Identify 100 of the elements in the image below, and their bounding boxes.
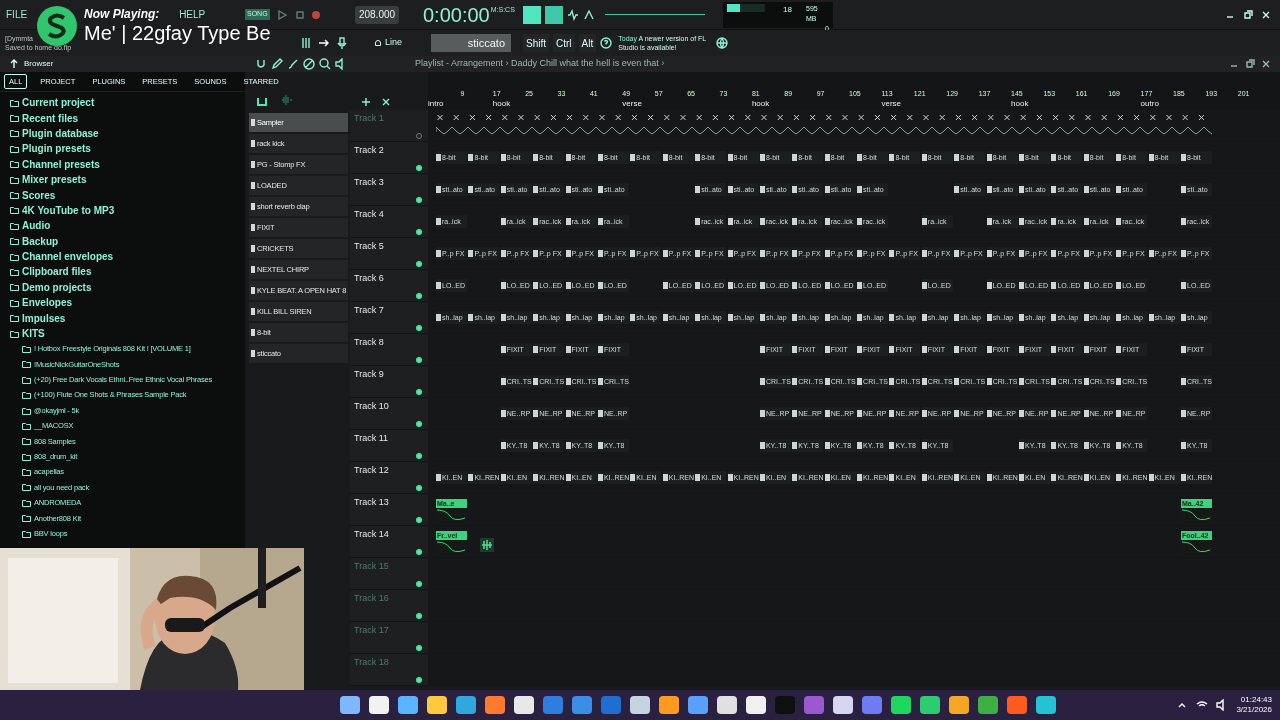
app-icon[interactable]: [949, 696, 969, 714]
pattern-icon: [986, 218, 992, 225]
browser-item[interactable]: Clipboard files: [0, 264, 245, 280]
track-header[interactable]: Track 10: [350, 398, 428, 429]
track-header[interactable]: Track 6: [350, 270, 428, 301]
app-icon[interactable]: [485, 696, 505, 714]
browser-item[interactable]: Channel envelopes: [0, 248, 245, 265]
app-icon[interactable]: [630, 696, 650, 714]
restore-icon[interactable]: [1244, 58, 1256, 70]
track-header[interactable]: Track 16: [350, 590, 428, 621]
track-header[interactable]: Track 1: [350, 110, 428, 141]
pattern-selector[interactable]: sticcato: [431, 34, 511, 52]
section-marker[interactable]: hook: [1011, 99, 1029, 108]
app-icon[interactable]: [572, 696, 592, 714]
app-icon[interactable]: [688, 696, 708, 714]
pencil-icon[interactable]: [271, 58, 283, 70]
section-marker[interactable]: hook: [492, 99, 511, 108]
browser-item[interactable]: Recent files: [0, 110, 245, 126]
mixer-icon[interactable]: [300, 37, 312, 49]
track-header[interactable]: Track 3: [350, 174, 428, 205]
browser-item[interactable]: Envelopes: [0, 295, 245, 311]
track-header[interactable]: Track 13: [350, 494, 428, 525]
tempo-field[interactable]: 208.000: [355, 5, 399, 24]
track-header[interactable]: Track 18: [350, 654, 428, 685]
close-icon[interactable]: [1260, 58, 1272, 70]
track-header[interactable]: Track 2: [350, 142, 428, 173]
browser-item[interactable]: Mixer presets: [0, 171, 245, 188]
help-icon[interactable]: [600, 37, 613, 49]
browser-item[interactable]: Plugin presets: [0, 141, 245, 157]
app-icon[interactable]: [978, 696, 998, 714]
track-header[interactable]: Track 12: [350, 462, 428, 493]
track-header[interactable]: Track 4: [350, 206, 428, 237]
app-icon[interactable]: [456, 696, 476, 714]
pattern-mode-button[interactable]: [523, 5, 541, 24]
globe-icon[interactable]: [716, 37, 729, 49]
app-icon[interactable]: [659, 696, 679, 714]
snap-selector[interactable]: Line: [375, 36, 425, 50]
app-icon[interactable]: [1036, 696, 1056, 714]
app-icon[interactable]: [340, 696, 360, 714]
app-icon[interactable]: [427, 696, 447, 714]
browser-item[interactable]: 4K YouTube to MP3: [0, 202, 245, 219]
plus-icon[interactable]: [360, 96, 372, 108]
app-icon[interactable]: [514, 696, 534, 714]
menu-item[interactable]: FILE: [6, 7, 28, 22]
track-header[interactable]: Track 7: [350, 302, 428, 333]
app-icon[interactable]: [1007, 696, 1027, 714]
menu-item[interactable]: HELP: [179, 7, 206, 22]
browser-item[interactable]: Channel presets: [0, 156, 245, 172]
arrow-up-icon[interactable]: [583, 8, 595, 21]
browser-item[interactable]: Current project: [0, 95, 245, 111]
restore-icon[interactable]: [1242, 8, 1254, 21]
track-header[interactable]: Track 5: [350, 238, 428, 269]
section-marker[interactable]: intro: [428, 99, 444, 108]
pattern-icon: [889, 346, 895, 353]
browser-item[interactable]: KITS: [0, 325, 245, 342]
section-marker[interactable]: verse: [622, 99, 642, 108]
close-icon[interactable]: [380, 96, 392, 108]
wave-icon[interactable]: [567, 8, 579, 21]
app-icon[interactable]: [891, 696, 911, 714]
zoom-icon[interactable]: [319, 58, 331, 70]
pattern-icon: [565, 314, 571, 321]
app-icon[interactable]: [717, 696, 737, 714]
app-icon[interactable]: [920, 696, 940, 714]
microphone-icon[interactable]: [336, 37, 348, 49]
section-marker[interactable]: hook: [751, 99, 770, 108]
pattern-icon: [1019, 154, 1025, 161]
app-icon[interactable]: [543, 696, 563, 714]
record-icon[interactable]: [311, 10, 320, 19]
section-marker[interactable]: verse: [881, 99, 902, 108]
modifier-key-button[interactable]: Ctrl: [553, 34, 575, 52]
app-icon[interactable]: [833, 696, 853, 714]
arrow-up-icon[interactable]: [8, 58, 20, 70]
piano-roll-icon[interactable]: [257, 98, 267, 106]
track-header[interactable]: Track 17: [350, 622, 428, 653]
app-icon[interactable]: [369, 696, 389, 714]
browser-item[interactable]: Impulses: [0, 310, 245, 326]
browser-item[interactable]: Demo projects: [0, 279, 245, 296]
browser-item[interactable]: Scores: [0, 187, 245, 203]
stop-icon[interactable]: [293, 8, 306, 21]
track-header[interactable]: Track 9: [350, 366, 428, 397]
app-icon[interactable]: [804, 696, 824, 714]
brush-icon[interactable]: [287, 58, 299, 70]
track-header[interactable]: Track 14: [350, 526, 428, 557]
app-icon[interactable]: [746, 696, 766, 714]
song-mode-button[interactable]: [545, 5, 563, 24]
modifier-key-button[interactable]: Shift: [523, 34, 549, 52]
audio-clip[interactable]: [480, 537, 495, 552]
section-marker[interactable]: outro: [1140, 99, 1159, 108]
mute-icon[interactable]: [303, 58, 315, 70]
track-header[interactable]: Track 11: [350, 430, 428, 461]
app-icon[interactable]: [862, 696, 882, 714]
app-icon[interactable]: [398, 696, 418, 714]
play-icon[interactable]: [275, 8, 288, 21]
arrow-right-icon[interactable]: [318, 37, 330, 49]
browser-item[interactable]: Plugin database: [0, 125, 245, 142]
browser-item[interactable]: Audio: [0, 218, 245, 234]
modifier-key-button[interactable]: Alt: [578, 34, 597, 52]
track-header[interactable]: Track 8: [350, 334, 428, 365]
track-header[interactable]: Track 15: [350, 558, 428, 589]
browser-item[interactable]: Backup: [0, 233, 245, 249]
